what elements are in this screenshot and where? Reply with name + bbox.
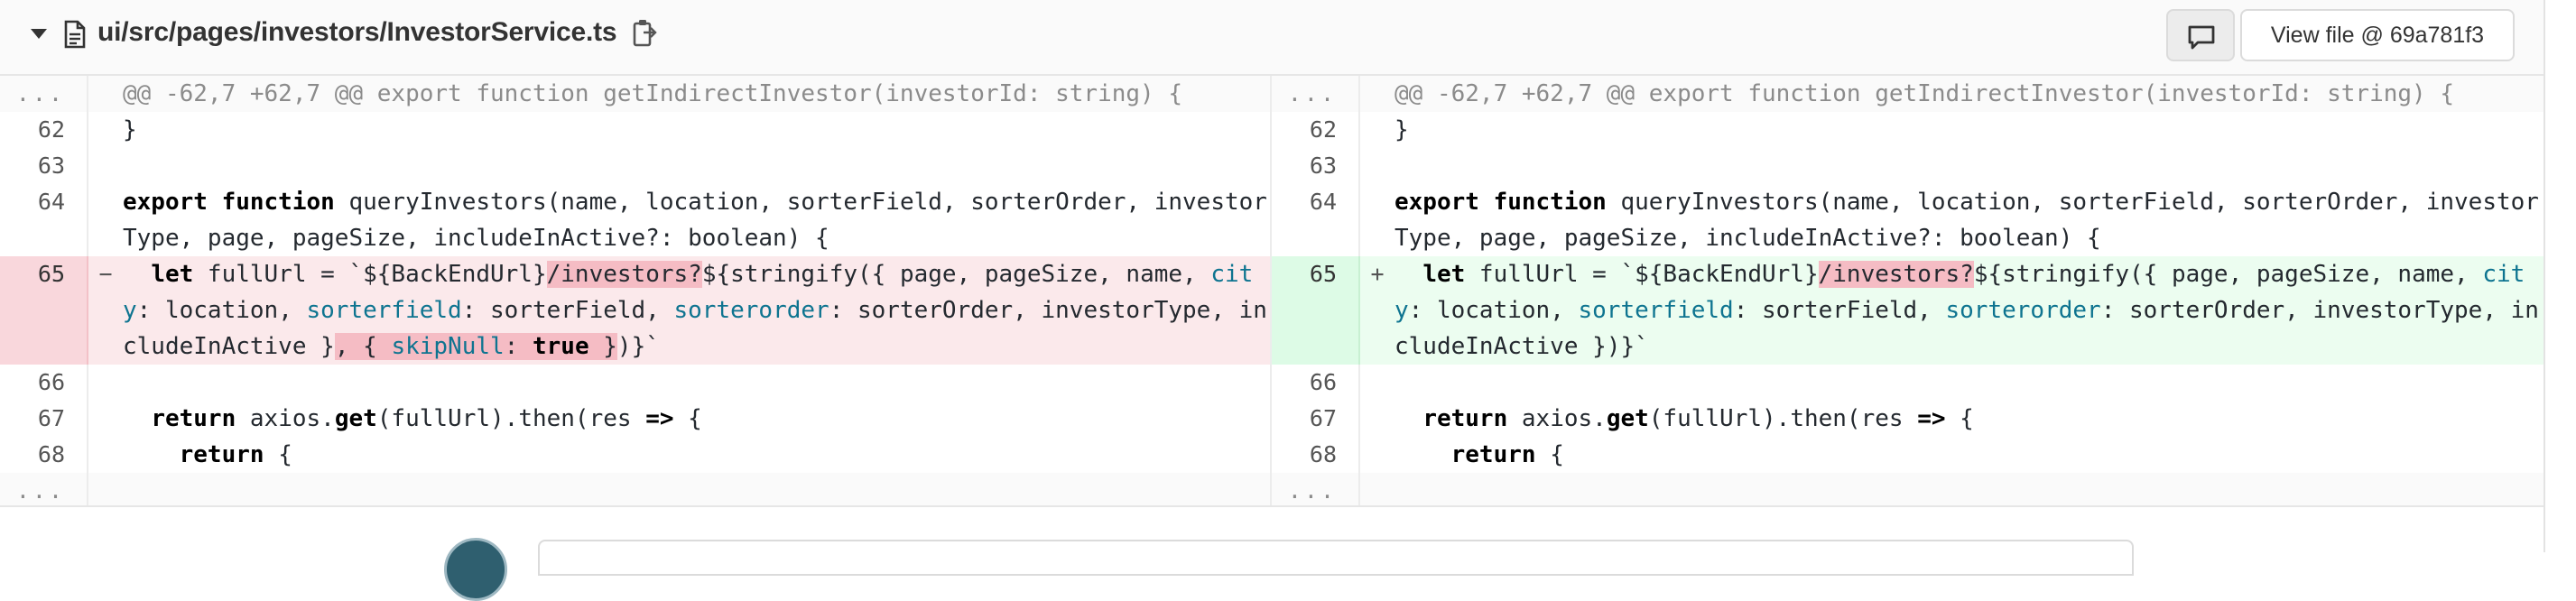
line-number[interactable]: 63 <box>0 148 88 184</box>
line-number[interactable]: 64 <box>0 184 88 256</box>
line-number[interactable]: 66 <box>0 365 88 401</box>
diff-pane-old: ... @@ -62,7 +62,7 @@ export function ge… <box>0 76 1272 505</box>
hunk-header: @@ -62,7 +62,7 @@ export function getInd… <box>123 76 1272 112</box>
diff-line: 63 <box>1272 148 2544 184</box>
line-number[interactable]: 63 <box>1272 148 1360 184</box>
line-number[interactable]: 68 <box>1272 437 1360 473</box>
scrollbar-track[interactable] <box>2544 0 2545 552</box>
expand-row: ... <box>1272 473 2544 505</box>
diff-line: 64 export function queryInvestors(name, … <box>1272 184 2544 256</box>
expand-lines-button[interactable]: ... <box>1272 473 1360 505</box>
code-text: export function queryInvestors(name, loc… <box>123 189 1267 252</box>
expand-lines-button[interactable]: ... <box>1272 76 1360 112</box>
removed-segment: , { skipNull: true } <box>334 333 617 360</box>
expand-lines-button[interactable]: ... <box>0 473 88 505</box>
diff-line: 62 } <box>1272 112 2544 148</box>
file-header: ui/src/pages/investors/InvestorService.t… <box>0 0 2544 76</box>
changed-segment: /investors? <box>546 261 702 288</box>
diff-line: 67 return axios.get(fullUrl).then(res =>… <box>1272 401 2544 437</box>
comment-input[interactable] <box>538 540 2134 576</box>
comment-toggle-button[interactable] <box>2166 9 2235 61</box>
diff-pane-new: ... @@ -62,7 +62,7 @@ export function ge… <box>1272 76 2544 505</box>
avatar <box>444 538 507 601</box>
diff-line: 66 <box>0 365 1272 401</box>
line-number[interactable]: 66 <box>1272 365 1360 401</box>
code-text: return axios.get(fullUrl).then(res => { <box>1422 405 1974 432</box>
code-text: } <box>123 116 137 143</box>
removed-sign: − <box>98 261 113 287</box>
chevron-down-icon[interactable] <box>31 29 47 39</box>
diff-line: 63 <box>0 148 1272 184</box>
copy-icon[interactable] <box>632 18 659 51</box>
added-line: 65 + let fullUrl = `${BackEndUrl}/invest… <box>1272 256 2544 365</box>
comment-icon <box>2188 25 2215 50</box>
diff-line: 66 <box>1272 365 2544 401</box>
line-number[interactable]: 62 <box>1272 112 1360 148</box>
code-text: return { <box>1450 441 1564 468</box>
hunk-header-row: ... @@ -62,7 +62,7 @@ export function ge… <box>1272 76 2544 112</box>
line-number[interactable]: 65 <box>0 256 88 365</box>
code-text: let fullUrl = `${BackEndUrl}/investors?$… <box>1395 261 2539 360</box>
changed-segment: /investors? <box>1818 261 1974 288</box>
view-file-button[interactable]: View file @ 69a781f3 <box>2240 9 2515 61</box>
diff-line: 67 return axios.get(fullUrl).then(res =>… <box>0 401 1272 437</box>
code-text: return { <box>179 441 292 468</box>
line-number[interactable]: 68 <box>0 437 88 473</box>
expand-row: ... <box>0 473 1272 505</box>
hunk-header: @@ -62,7 +62,7 @@ export function getInd… <box>1395 76 2544 112</box>
removed-line: 65 − let fullUrl = `${BackEndUrl}/invest… <box>0 256 1272 365</box>
line-number[interactable]: 67 <box>0 401 88 437</box>
line-number[interactable]: 65 <box>1272 256 1360 365</box>
code-text: return axios.get(fullUrl).then(res => { <box>151 405 702 432</box>
code-text: let fullUrl = `${BackEndUrl}/investors?$… <box>123 261 1267 360</box>
hunk-header-row: ... @@ -62,7 +62,7 @@ export function ge… <box>0 76 1272 112</box>
diff-line: 62 } <box>0 112 1272 148</box>
diff-line: 68 return { <box>1272 437 2544 473</box>
code-text: } <box>1395 116 1409 143</box>
diff-line: 64 export function queryInvestors(name, … <box>0 184 1272 256</box>
file-path[interactable]: ui/src/pages/investors/InvestorService.t… <box>97 17 617 48</box>
expand-lines-button[interactable]: ... <box>0 76 88 112</box>
line-number[interactable]: 64 <box>1272 184 1360 256</box>
code-text: export function queryInvestors(name, loc… <box>1395 189 2539 252</box>
file-icon <box>64 20 86 49</box>
line-number[interactable]: 67 <box>1272 401 1360 437</box>
added-sign: + <box>1370 261 1385 287</box>
line-number[interactable]: 62 <box>0 112 88 148</box>
diff-line: 68 return { <box>0 437 1272 473</box>
